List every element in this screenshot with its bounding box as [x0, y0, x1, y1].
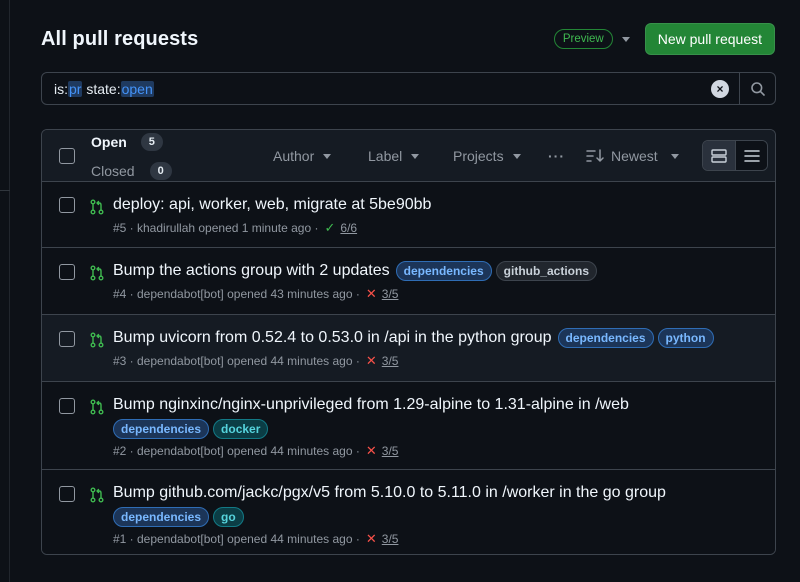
- git-pull-request-icon: [90, 399, 104, 415]
- preview-badge[interactable]: Preview: [553, 29, 613, 49]
- closed-count: 0: [149, 162, 172, 180]
- sort-desc-icon: [586, 149, 604, 162]
- row-checkbox[interactable]: [59, 331, 75, 347]
- list-icon: [743, 149, 760, 162]
- pull-request-meta: #3 · dependabot[bot] opened 44 minutes a…: [113, 353, 763, 369]
- x-circle-icon[interactable]: ×: [711, 79, 729, 98]
- git-pull-request-icon: [90, 265, 104, 281]
- rows-icon: [711, 148, 727, 163]
- meta-text: #5 · khadirullah opened 1 minute ago ·: [113, 221, 319, 235]
- pull-request-meta: #1 · dependabot[bot] opened 44 minutes a…: [113, 531, 763, 547]
- git-pull-request-icon: [90, 487, 104, 503]
- pull-request-meta: #4 · dependabot[bot] opened 43 minutes a…: [113, 286, 763, 302]
- author-filter[interactable]: Author: [273, 148, 332, 164]
- pull-request-title[interactable]: deploy: api, worker, web, migrate at 5be…: [113, 194, 431, 216]
- search-button[interactable]: [739, 73, 775, 104]
- pull-request-row[interactable]: Bump uvicorn from 0.52.4 to 0.53.0 in /a…: [42, 315, 775, 382]
- label-dependencies[interactable]: dependencies: [395, 261, 492, 281]
- projects-filter[interactable]: Projects: [453, 148, 521, 164]
- row-checkbox[interactable]: [59, 398, 75, 414]
- open-label: Open: [91, 134, 127, 150]
- list-header: Open 5 Closed 0 Author Label Projects ··…: [42, 130, 775, 182]
- label-filter[interactable]: Label: [368, 148, 420, 164]
- pull-request-title[interactable]: Bump uvicorn from 0.52.4 to 0.53.0 in /a…: [113, 327, 552, 349]
- pull-request-title[interactable]: Bump nginxinc/nginx-unprivileged from 1.…: [113, 394, 629, 416]
- row-checkbox[interactable]: [59, 486, 75, 502]
- closed-filter[interactable]: Closed 0: [91, 162, 172, 180]
- qualifier-key: state:: [86, 80, 121, 97]
- pull-request-meta: #5 · khadirullah opened 1 minute ago · ✓…: [113, 220, 763, 236]
- sort-filter[interactable]: Newest: [586, 148, 679, 164]
- page-title: All pull requests: [41, 27, 199, 50]
- pull-request-title[interactable]: Bump github.com/jackc/pgx/v5 from 5.10.0…: [113, 482, 666, 504]
- search-input[interactable]: is:pr state:open: [42, 80, 711, 97]
- author-label: Author: [273, 148, 315, 164]
- checks-link[interactable]: 3/5: [382, 444, 399, 458]
- x-icon: ✕: [365, 286, 377, 301]
- checks-link[interactable]: 3/5: [382, 354, 399, 368]
- label-dependencies[interactable]: dependencies: [557, 328, 654, 348]
- row-checkbox[interactable]: [59, 197, 75, 213]
- label-dependencies[interactable]: dependencies: [113, 419, 210, 439]
- label-python[interactable]: python: [657, 328, 714, 348]
- qualifier-key: is:: [54, 80, 68, 97]
- x-icon: ✕: [365, 531, 377, 546]
- search-icon: [750, 81, 765, 96]
- pull-request-row[interactable]: Bump nginxinc/nginx-unprivileged from 1.…: [42, 382, 775, 470]
- qualifier-value: open: [120, 80, 154, 97]
- projects-label: Projects: [453, 148, 504, 164]
- select-all-checkbox[interactable]: [59, 148, 75, 164]
- qualifier-value: pr: [68, 80, 83, 97]
- pull-request-row[interactable]: deploy: api, worker, web, migrate at 5be…: [42, 182, 775, 248]
- x-icon: ✕: [365, 353, 377, 368]
- checks-link[interactable]: 3/5: [382, 532, 399, 546]
- more-options-button[interactable]: ···: [548, 148, 565, 164]
- meta-text: #4 · dependabot[bot] opened 43 minutes a…: [113, 287, 360, 301]
- checks-link[interactable]: 6/6: [340, 221, 357, 235]
- chevron-down-icon: [411, 153, 420, 159]
- new-pull-request-button[interactable]: New pull request: [644, 23, 775, 55]
- row-checkbox[interactable]: [59, 264, 75, 280]
- search-bar[interactable]: is:pr state:open ×: [41, 72, 776, 105]
- meta-text: #1 · dependabot[bot] opened 44 minutes a…: [113, 532, 360, 546]
- sort-label: Newest: [611, 148, 658, 164]
- check-icon: ✓: [324, 220, 336, 235]
- closed-label: Closed: [91, 163, 135, 179]
- x-icon: ✕: [365, 443, 377, 458]
- label-github-actions[interactable]: github_actions: [495, 261, 597, 281]
- git-pull-request-icon: [90, 332, 104, 348]
- chevron-down-icon: [670, 153, 679, 159]
- pull-request-list: Open 5 Closed 0 Author Label Projects ··…: [41, 129, 776, 555]
- left-gutter: [0, 0, 10, 582]
- label-go[interactable]: go: [213, 507, 244, 527]
- chevron-down-icon: [323, 153, 332, 159]
- checks-link[interactable]: 3/5: [382, 287, 399, 301]
- pull-request-title[interactable]: Bump the actions group with 2 updates: [113, 260, 390, 282]
- pull-request-meta: #2 · dependabot[bot] opened 44 minutes a…: [113, 443, 763, 459]
- chevron-down-icon: [512, 153, 521, 159]
- label-dependencies[interactable]: dependencies: [113, 507, 210, 527]
- open-filter[interactable]: Open 5: [91, 133, 163, 151]
- label-docker[interactable]: docker: [213, 419, 269, 439]
- list-view-button[interactable]: [735, 141, 767, 170]
- page-header: All pull requests Preview New pull reque…: [41, 22, 775, 56]
- open-count: 5: [140, 133, 163, 151]
- label-label: Label: [368, 148, 403, 164]
- card-view-button[interactable]: [703, 141, 735, 170]
- meta-text: #2 · dependabot[bot] opened 44 minutes a…: [113, 444, 360, 458]
- chevron-down-icon[interactable]: [621, 36, 630, 42]
- git-pull-request-icon: [90, 199, 104, 215]
- view-toggle: [702, 140, 768, 171]
- pull-request-row[interactable]: Bump github.com/jackc/pgx/v5 from 5.10.0…: [42, 470, 775, 554]
- meta-text: #3 · dependabot[bot] opened 44 minutes a…: [113, 354, 360, 368]
- pull-request-row[interactable]: Bump the actions group with 2 updates de…: [42, 248, 775, 315]
